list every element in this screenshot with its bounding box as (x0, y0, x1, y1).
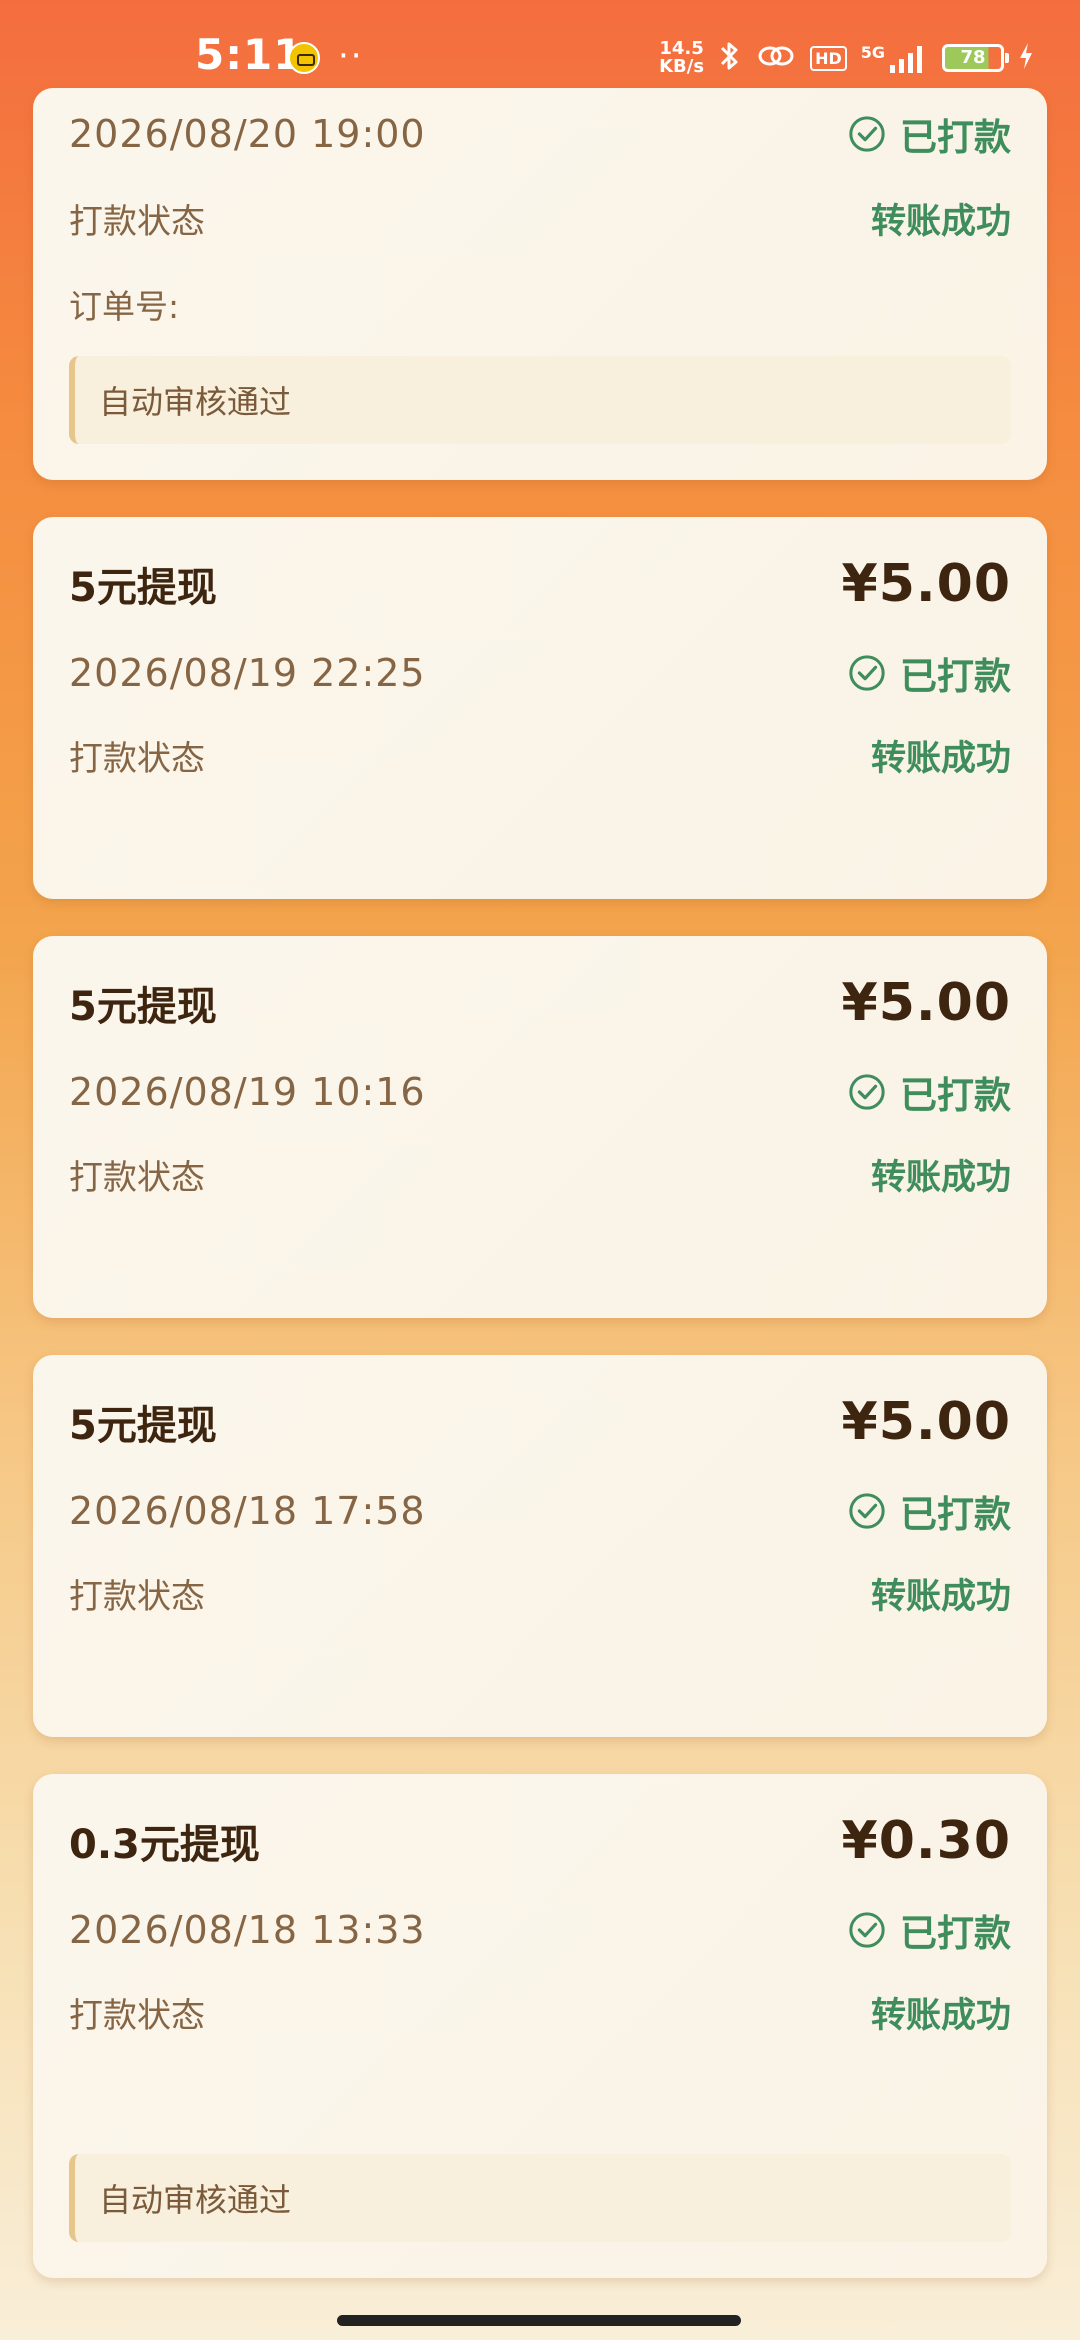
paid-status-text: 已打款 (900, 1074, 1011, 1117)
paid-status: 已打款 (848, 1484, 1011, 1538)
notification-app-icon (288, 42, 320, 74)
check-circle-icon (849, 116, 885, 152)
transfer-success-text: 转账成功 (870, 738, 1011, 779)
record-date: 2026/08/20 19:00 (69, 112, 426, 156)
review-note-text: 自动审核通过 (99, 2181, 292, 2219)
bluetooth-icon (718, 38, 742, 78)
transfer-success-text: 转账成功 (870, 201, 1011, 242)
signal-icon: 5G (861, 43, 928, 73)
paid-status-text: 已打款 (900, 655, 1011, 698)
payment-state-label: 打款状态 (69, 1157, 205, 1198)
withdrawal-record-card[interactable]: 5元提现 ¥5.00 2026/08/19 22:25 已打款 打款状态 转账成… (33, 517, 1047, 899)
network-speed: 14.5 KB/s (659, 40, 704, 76)
status-icons: 14.5 KB/s HD 5G 78 (659, 34, 1034, 82)
payment-state-label: 打款状态 (69, 738, 205, 779)
home-indicator[interactable] (337, 2315, 741, 2326)
network-type: 5G (860, 43, 885, 62)
paid-status-text: 已打款 (900, 1912, 1011, 1955)
withdrawal-title: 5元提现 (69, 1403, 217, 1449)
payment-state-label: 打款状态 (69, 201, 205, 242)
withdrawal-amount: ¥0.30 (841, 1811, 1011, 1871)
check-circle-icon (849, 655, 885, 691)
paid-status-text: 已打款 (900, 116, 1011, 159)
withdrawal-title: 0.3元提现 (69, 1822, 260, 1868)
record-date: 2026/08/18 13:33 (69, 1908, 426, 1952)
paid-status-text: 已打款 (900, 1493, 1011, 1536)
check-circle-icon (849, 1493, 885, 1529)
record-date: 2026/08/18 17:58 (69, 1489, 426, 1533)
paid-status: 已打款 (848, 646, 1011, 700)
paid-status: 已打款 (848, 107, 1011, 161)
withdrawal-record-card[interactable]: 5元提现 ¥5.00 2026/08/19 10:16 已打款 打款状态 转账成… (33, 936, 1047, 1318)
withdrawal-amount: ¥5.00 (841, 554, 1011, 614)
charging-icon (1018, 41, 1034, 75)
withdrawal-title: 5元提现 (69, 565, 217, 611)
link-icon (756, 40, 796, 76)
withdrawal-record-card[interactable]: 5元提现 ¥5.00 2026/08/18 17:58 已打款 打款状态 转账成… (33, 1355, 1047, 1737)
battery-icon: 78 (942, 44, 1009, 72)
more-notifications-dots: ·· (338, 36, 364, 76)
withdrawal-record-card[interactable]: 2026/08/20 19:00 已打款 打款状态 转账成功 订单号: 自动审核… (33, 88, 1047, 480)
hd-icon: HD (810, 45, 847, 71)
withdrawal-title: 5元提现 (69, 984, 217, 1030)
payment-state-label: 打款状态 (69, 1995, 205, 2036)
review-note-text: 自动审核通过 (99, 383, 292, 421)
order-number-label: 订单号: (69, 287, 180, 326)
review-note: 自动审核通过 (69, 356, 1011, 444)
withdrawal-amount: ¥5.00 (841, 1392, 1011, 1452)
withdrawal-amount: ¥5.00 (841, 973, 1011, 1033)
withdrawal-record-card[interactable]: 0.3元提现 ¥0.30 2026/08/18 13:33 已打款 打款状态 转… (33, 1774, 1047, 2278)
check-circle-icon (849, 1074, 885, 1110)
paid-status: 已打款 (848, 1065, 1011, 1119)
record-date: 2026/08/19 22:25 (69, 651, 426, 695)
status-time: 5:11 (195, 30, 304, 79)
review-note: 自动审核通过 (69, 2154, 1011, 2242)
network-speed-unit: KB/s (659, 56, 705, 77)
transfer-success-text: 转账成功 (870, 1995, 1011, 2036)
transfer-success-text: 转账成功 (870, 1576, 1011, 1617)
paid-status: 已打款 (848, 1903, 1011, 1957)
payment-state-label: 打款状态 (69, 1576, 205, 1617)
transfer-success-text: 转账成功 (870, 1157, 1011, 1198)
check-circle-icon (849, 1912, 885, 1948)
record-date: 2026/08/19 10:16 (69, 1070, 426, 1114)
